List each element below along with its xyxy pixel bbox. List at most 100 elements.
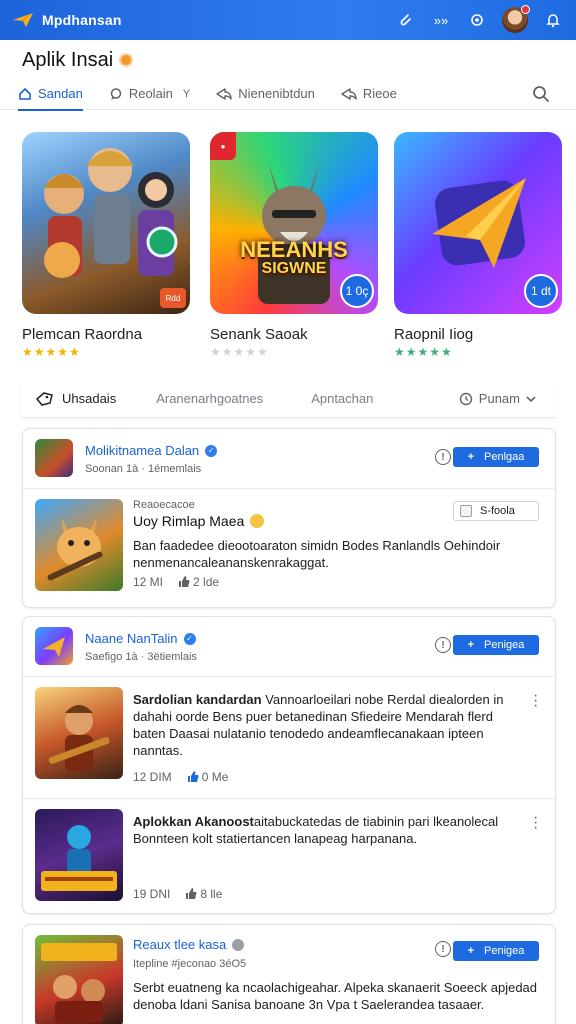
channel-name-text: Naane NanTalin: [85, 631, 178, 646]
cat-warrior-art-icon: [47, 517, 103, 581]
info-icon[interactable]: !: [435, 637, 451, 653]
channel-name[interactable]: Molikitnamea Dalan ✓: [85, 443, 218, 458]
filter-label: Aranenarhgoatnes: [156, 391, 264, 406]
tab-bar: Sandan Reolain Y Nienenibtdun Rieoe: [0, 78, 576, 111]
tab-label: Nienenibtdun: [238, 86, 315, 101]
post-image[interactable]: [35, 935, 123, 1024]
like-button[interactable]: 0 Me: [186, 770, 229, 784]
tab-sandan[interactable]: Sandan: [18, 78, 83, 111]
more-options-icon[interactable]: · · ·: [533, 688, 538, 714]
adventure-poster-art-icon: [41, 943, 117, 1023]
post-text: Sardolian kandardan Vannoarloeilari nobe…: [133, 691, 519, 759]
verified-icon: [232, 938, 245, 951]
verified-icon: ✓: [205, 444, 218, 457]
post-image[interactable]: [35, 809, 123, 901]
post-title[interactable]: Uoy Rimlap Maea: [133, 513, 265, 529]
version-badge: 1 dt: [524, 274, 558, 308]
post[interactable]: Aplokkan Akanoostaitabuckatedas de tiabi…: [23, 799, 555, 913]
featured-card[interactable]: 1 dt Raopnil Iiog ★★★★★: [394, 132, 562, 359]
featured-card[interactable]: Rdd Plemcan Raordna ★★★★★: [22, 132, 190, 359]
feed-card: Naane NanTalin ✓ Saefigo 1à · 3ëtiemlais …: [22, 616, 556, 914]
sort-label: Punam: [478, 391, 520, 406]
post-text: Serbt euatneng ka ncaolachigeahar. Alpek…: [133, 980, 538, 1012]
sort-dropdown[interactable]: Punam: [459, 391, 544, 406]
card-header: Naane NanTalin ✓ Saefigo 1à · 3ëtiemlais …: [23, 617, 555, 677]
view-count: 12 MI: [133, 575, 164, 589]
attach-icon[interactable]: [394, 9, 416, 31]
featured-app-art[interactable]: Rdd: [22, 132, 190, 314]
channel-avatar[interactable]: [35, 627, 73, 665]
filter-apntachan[interactable]: Apntachan: [311, 391, 373, 406]
status-dot-icon: [119, 53, 134, 67]
post[interactable]: Sardolian kandardan Vannoarloeilari nobe…: [23, 677, 555, 799]
info-icon[interactable]: !: [435, 449, 451, 465]
home-icon: [19, 87, 31, 100]
version-badge: 1 0ç: [340, 274, 374, 308]
follow-button[interactable]: + Penigea: [453, 941, 539, 961]
follow-button[interactable]: + Penlgaa: [453, 447, 539, 467]
filter-aranenarhgoatnes[interactable]: Aranenarhgoatnes: [156, 391, 263, 406]
like-button[interactable]: 8 lle: [184, 887, 222, 901]
featured-app-name[interactable]: Plemcan Raordna: [22, 326, 190, 343]
tab-label: Sandan: [38, 86, 83, 101]
guitar-hero-art-icon: [48, 705, 110, 771]
tab-reolain[interactable]: Reolain Y: [109, 78, 190, 110]
art-title-line1: NEEANHS: [240, 237, 348, 262]
filter-label: Apntachan: [311, 391, 374, 406]
info-icon[interactable]: !: [435, 941, 451, 957]
featured-apps: Rdd Plemcan Raordna ★★★★★ ● NEEANHS SIGW…: [22, 132, 562, 366]
channel-meta: Itepline #jeconao 3éO5: [133, 958, 247, 970]
plus-icon: +: [467, 451, 475, 463]
logo-icon[interactable]: [12, 12, 34, 28]
new-tag: ●: [210, 132, 236, 160]
post-stats: 12 DIM 0 Me: [133, 770, 228, 784]
post-image[interactable]: [35, 499, 123, 591]
broadcast-icon[interactable]: »»: [430, 9, 452, 31]
tab-rieoe[interactable]: Rieoe: [341, 78, 397, 110]
feed-card: Molikitnamea Dalan ✓ Soonan 1à · 1émemlai…: [22, 428, 556, 608]
filter-uhsadais[interactable]: Uhsadais: [36, 391, 116, 407]
post[interactable]: Reaoecacoe Uoy Rimlap Maea S-foola Ban f…: [23, 489, 555, 603]
follow-button[interactable]: + Penigea: [453, 635, 539, 655]
verified-icon: ✓: [183, 632, 196, 645]
featured-app-name[interactable]: Raopnil Iiog: [394, 326, 562, 343]
like-count: 0 Me: [201, 770, 229, 784]
checkbox-label: S-foola: [480, 505, 515, 517]
heroes-poster-art-icon: [41, 825, 117, 891]
filter-tag-icon: [36, 391, 53, 406]
more-options-icon[interactable]: · · ·: [533, 810, 538, 836]
channel-avatar[interactable]: [35, 439, 73, 477]
bell-icon[interactable]: [542, 9, 564, 31]
rating-stars: ★★★★★: [22, 345, 81, 359]
view-count: 19 DNI: [133, 887, 171, 901]
post-image[interactable]: [35, 687, 123, 779]
featured-art-title: NEEANHS SIGWNE: [222, 238, 366, 278]
rating-stars: ★★★★★: [394, 345, 453, 359]
settings-gear-icon[interactable]: [466, 9, 488, 31]
follow-label: Penigea: [484, 945, 525, 957]
featured-app-art[interactable]: 1 dt: [394, 132, 562, 314]
post-stats: 19 DNI 8 lle: [133, 887, 222, 901]
like-button[interactable]: 2 lde: [177, 575, 219, 589]
featured-app-name[interactable]: Senank Saoak: [210, 326, 378, 343]
channel-name[interactable]: Reaux tlee kasa: [133, 937, 245, 952]
featured-card[interactable]: ● NEEANHS SIGWNE 1 0ç Senank Saoak ★★★★★: [210, 132, 378, 359]
save-checkbox[interactable]: S-foola: [453, 501, 539, 521]
featured-app-art[interactable]: ● NEEANHS SIGWNE 1 0ç: [210, 132, 378, 314]
clock-icon: [459, 392, 472, 405]
post-text: Aplokkan Akanoostaitabuckatedas de tiabi…: [133, 813, 519, 847]
art-title-line2: SIGWNE: [261, 260, 327, 278]
filter-label: Uhsadais: [62, 391, 117, 406]
tab-nienenibtdun[interactable]: Nienenibtdun: [216, 78, 315, 110]
chevron-down-icon: [526, 395, 536, 402]
avatar[interactable]: [502, 5, 530, 33]
tab-label: Reolain: [128, 86, 173, 101]
share-icon: [341, 87, 357, 100]
feed-card: Reaux tlee kasa Itepline #jeconao 3éO5 !…: [22, 924, 556, 1024]
follow-label: Penigea: [484, 639, 525, 651]
channel-name[interactable]: Naane NanTalin ✓: [85, 631, 196, 646]
tab-label: Rieoe: [362, 86, 397, 101]
post-stats: 12 MI 2 lde: [133, 575, 219, 589]
search-icon[interactable]: [532, 85, 550, 103]
heroes-art-icon: [44, 148, 178, 278]
